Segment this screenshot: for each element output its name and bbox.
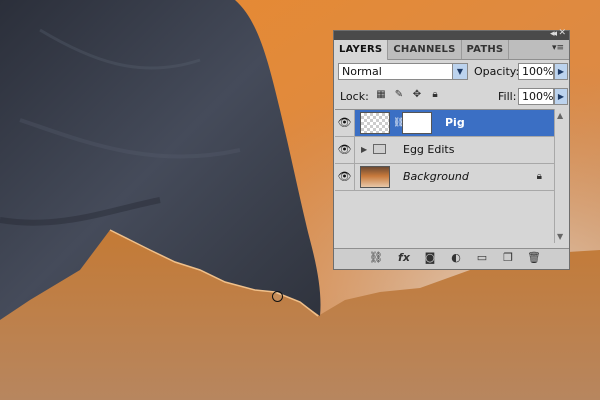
lock-position-icon[interactable]: ✥ (411, 89, 423, 101)
layers-list: 👁︎ ⛓︎ Pig 👁︎ ▶ Egg Edits 👁︎ Background 🔒… (335, 109, 554, 244)
layers-scrollbar[interactable]: ▲ ▼ (554, 109, 568, 243)
lock-label: Lock: (340, 90, 369, 103)
lock-transparent-icon[interactable]: ▦ (375, 89, 387, 101)
layer-row-background[interactable]: 👁︎ Background 🔒︎ (335, 164, 554, 191)
layers-panel: ◂◂ ✕ LAYERS CHANNELS PATHS ▾≡ Normal ▼ O… (333, 28, 570, 270)
new-group-icon[interactable]: ▭ (474, 251, 490, 265)
fill-arrow-icon[interactable]: ▶ (554, 88, 568, 105)
layer-row-egg-edits[interactable]: 👁︎ ▶ Egg Edits (335, 137, 554, 164)
blend-mode-value: Normal (342, 65, 382, 78)
blend-row: Normal ▼ Opacity: 100% ▶ (338, 63, 568, 81)
panel-titlebar[interactable]: ◂◂ ✕ (334, 28, 569, 40)
opacity-label: Opacity: (474, 65, 520, 78)
lock-all-icon[interactable]: 🔒︎ (429, 89, 441, 101)
fill-label: Fill: (498, 90, 517, 103)
lock-icon: 🔒︎ (536, 171, 542, 182)
new-layer-icon[interactable]: ❐ (500, 251, 516, 265)
lock-pixels-icon[interactable]: ✎ (393, 89, 405, 101)
layer-thumbnail[interactable] (360, 166, 390, 188)
eye-icon[interactable]: 👁︎ (335, 110, 355, 136)
folder-icon (373, 144, 386, 154)
layer-name: Pig (445, 116, 465, 129)
brush-cursor (272, 291, 283, 302)
fill-input[interactable]: 100% (518, 88, 554, 105)
scroll-up-icon[interactable]: ▲ (557, 111, 563, 120)
close-icon[interactable]: ✕ (558, 28, 566, 38)
layer-thumbnail[interactable] (360, 112, 390, 134)
layer-name: Egg Edits (403, 143, 455, 156)
tab-layers[interactable]: LAYERS (334, 40, 389, 60)
add-mask-icon[interactable]: ◙ (422, 251, 438, 265)
adjustment-layer-icon[interactable]: ◐ (448, 251, 464, 265)
eye-icon[interactable]: 👁︎ (335, 164, 355, 190)
tab-paths[interactable]: PATHS (462, 40, 510, 59)
opacity-input[interactable]: 100% (518, 63, 554, 80)
trash-icon[interactable]: 🗑︎ (526, 251, 542, 265)
layer-row-pig[interactable]: 👁︎ ⛓︎ Pig (335, 110, 554, 137)
lock-row: Lock: ▦ ✎ ✥ 🔒︎ Fill: 100% ▶ (338, 88, 568, 106)
panel-bottom-toolbar: ⛓︎ fx ◙ ◐ ▭ ❐ 🗑︎ (334, 248, 569, 269)
link-icon[interactable]: ⛓︎ (368, 251, 384, 265)
blend-mode-select[interactable]: Normal ▼ (338, 63, 468, 80)
chevron-down-icon[interactable]: ▼ (452, 64, 467, 79)
layer-mask-thumbnail[interactable] (402, 112, 432, 134)
eye-icon[interactable]: 👁︎ (335, 137, 355, 163)
tab-channels[interactable]: CHANNELS (388, 40, 462, 59)
scroll-down-icon[interactable]: ▼ (557, 232, 563, 241)
panel-tabs: LAYERS CHANNELS PATHS ▾≡ (334, 40, 569, 60)
expand-triangle-icon[interactable]: ▶ (361, 145, 367, 154)
panel-menu-icon[interactable]: ▾≡ (552, 43, 564, 53)
layer-name: Background (403, 170, 469, 183)
opacity-arrow-icon[interactable]: ▶ (554, 63, 568, 80)
fx-icon[interactable]: fx (396, 251, 412, 265)
collapse-icon[interactable]: ◂◂ (550, 29, 557, 39)
